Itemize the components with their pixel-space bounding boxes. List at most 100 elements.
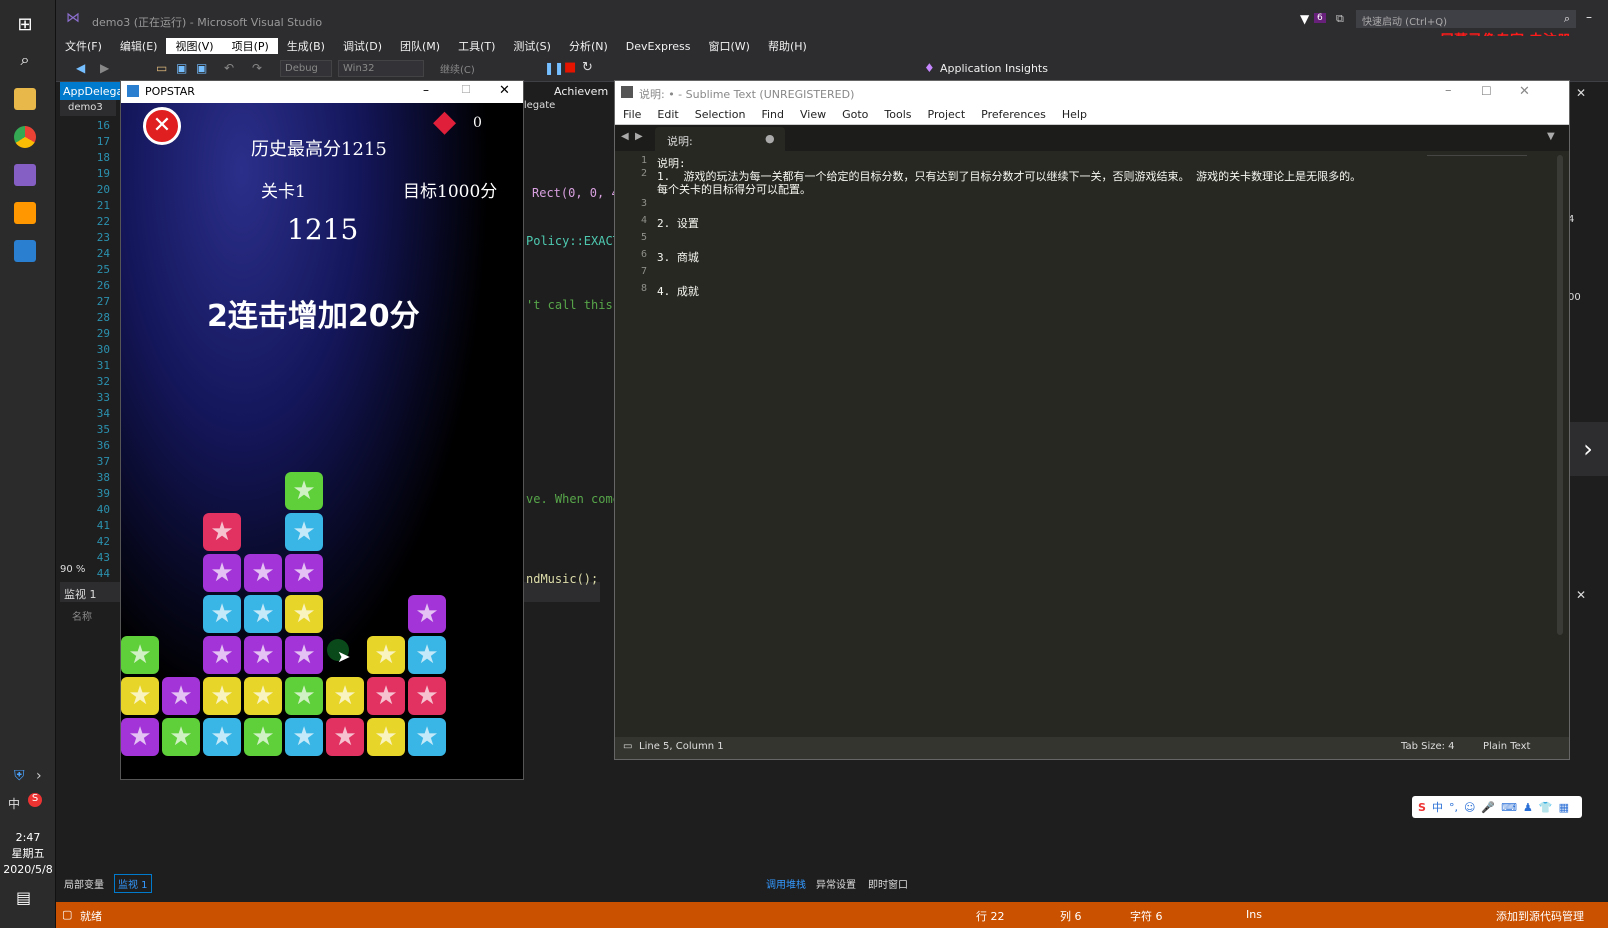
chrome-icon[interactable] xyxy=(14,126,36,148)
menu-item-file[interactable]: 文件(F) xyxy=(56,38,111,54)
sublime-editor[interactable]: 1 说明: 2 1. 游戏的玩法为每一关都有一个给定的目标分数，只有达到了目标分数才可… xyxy=(615,151,1555,737)
maximize-icon[interactable]: ☐ xyxy=(1481,84,1492,98)
menu-item-view[interactable]: 视图(V) xyxy=(166,38,223,54)
shield-icon[interactable]: ⛨ xyxy=(14,768,25,784)
ime-toolbar[interactable]: S 中 °, ☺ 🎤 ⌨ ♟ 👕 ▦ xyxy=(1412,796,1582,818)
tab-shuoming[interactable]: 说明: ● xyxy=(655,127,785,151)
sublime-text-line[interactable]: 4. 成就 xyxy=(657,283,699,299)
tab-nav-left-icon[interactable]: ◀ xyxy=(621,131,629,142)
menu-item-project[interactable]: 项目(P) xyxy=(222,38,278,54)
menu-item-analyze[interactable]: 分析(N) xyxy=(560,38,617,54)
forward-icon[interactable]: ▶ xyxy=(100,61,109,75)
star-tile-yellow[interactable]: ★ xyxy=(367,718,405,756)
star-tile-yellow[interactable]: ★ xyxy=(326,677,364,715)
tab-watch1[interactable]: 监视 1 xyxy=(114,874,152,893)
code-fragment[interactable]: ve. When come xyxy=(526,492,620,506)
restart-icon[interactable]: ↻ xyxy=(582,60,593,75)
star-tile-pink[interactable]: ★ xyxy=(408,677,446,715)
code-fragment[interactable]: Rect(0, 0, 4 xyxy=(532,186,619,200)
star-tile-purple[interactable]: ★ xyxy=(244,636,282,674)
menu-item-tools[interactable]: 工具(T) xyxy=(449,38,504,54)
tab-nav-right-icon[interactable]: ▶ xyxy=(635,131,643,142)
sogou-ime-icon[interactable]: S xyxy=(28,793,42,807)
tab-achievement[interactable]: Achievem xyxy=(552,82,608,100)
minimap[interactable] xyxy=(1427,155,1527,169)
sublime-text-line[interactable]: 2. 设置 xyxy=(657,215,699,231)
star-tile-purple[interactable]: ★ xyxy=(203,554,241,592)
star-tile-purple[interactable]: ★ xyxy=(121,718,159,756)
taskbar-clock[interactable]: 2:47 星期五 2020/5/8 xyxy=(0,830,56,878)
menu-item-build[interactable]: 生成(B) xyxy=(278,38,334,54)
code-fragment[interactable]: Policy::EXACT xyxy=(526,234,620,248)
menu-item-view[interactable]: View xyxy=(792,108,834,121)
menu-item-window[interactable]: 窗口(W) xyxy=(699,38,758,54)
tab-app-delegate[interactable]: AppDelegate xyxy=(60,82,134,100)
star-tile-yellow[interactable]: ★ xyxy=(367,636,405,674)
menu-item-preferences[interactable]: Preferences xyxy=(973,108,1054,121)
chevron-down-icon[interactable]: ▼ xyxy=(1547,131,1555,142)
menu-item-tools[interactable]: Tools xyxy=(876,108,919,121)
quick-launch-input[interactable]: 快速启动 (Ctrl+Q) ⌕ xyxy=(1356,10,1576,28)
menu-item-file[interactable]: File xyxy=(615,108,649,121)
code-fragment[interactable]: ndMusic(); xyxy=(526,572,598,586)
tab-exception-settings[interactable]: 异常设置 xyxy=(816,876,856,891)
notifications-icon[interactable]: ▤ xyxy=(16,888,31,907)
popstar-app-icon[interactable] xyxy=(14,240,36,262)
star-tile-green[interactable]: ★ xyxy=(244,718,282,756)
project-dropdown[interactable]: demo3 xyxy=(60,100,116,116)
star-tile-green[interactable]: ★ xyxy=(162,718,200,756)
star-tile-yellow[interactable]: ★ xyxy=(121,677,159,715)
star-tile-blue[interactable]: ★ xyxy=(408,636,446,674)
menu-item-find[interactable]: Find xyxy=(753,108,792,121)
open-folder-icon[interactable]: ▭ xyxy=(156,61,167,75)
star-tile-yellow[interactable]: ★ xyxy=(285,595,323,633)
config-select[interactable]: Debug xyxy=(280,60,332,77)
skin-icon[interactable]: 👕 xyxy=(1539,801,1553,814)
save-all-icon[interactable]: ▣ xyxy=(196,61,207,75)
app-insights-button[interactable]: Application Insights xyxy=(940,62,1048,75)
close-icon[interactable]: ✕ xyxy=(1519,84,1530,99)
star-tile-purple[interactable]: ★ xyxy=(408,595,446,633)
emoji-icon[interactable]: ☺ xyxy=(1464,801,1475,814)
keyboard-icon[interactable]: ⌨ xyxy=(1501,801,1517,814)
continue-button[interactable]: 继续(C) xyxy=(440,61,475,76)
star-tile-green[interactable]: ★ xyxy=(285,472,323,510)
star-tile-blue[interactable]: ★ xyxy=(203,595,241,633)
user-icon[interactable]: ♟ xyxy=(1523,801,1533,814)
file-explorer-icon[interactable] xyxy=(14,88,36,110)
star-tile-yellow[interactable]: ★ xyxy=(244,677,282,715)
star-tile-pink[interactable]: ★ xyxy=(367,677,405,715)
menu-item-goto[interactable]: Goto xyxy=(834,108,876,121)
platform-select[interactable]: Win32 xyxy=(338,60,424,77)
undo-icon[interactable]: ↶ xyxy=(224,61,234,75)
vertical-scrollbar[interactable] xyxy=(1557,155,1563,635)
pause-icon[interactable]: ❚❚ xyxy=(544,61,564,75)
tab-locals[interactable]: 局部变量 xyxy=(64,876,104,891)
punctuation-icon[interactable]: °, xyxy=(1449,801,1458,814)
notification-count-badge[interactable]: 6 xyxy=(1314,13,1326,23)
exit-game-button[interactable]: ✕ xyxy=(143,107,181,145)
ime-indicator[interactable]: 中 xyxy=(8,795,20,812)
menu-item-help[interactable]: Help xyxy=(1054,108,1095,121)
code-fragment[interactable]: 't call this xyxy=(526,298,613,312)
star-tile-yellow[interactable]: ★ xyxy=(203,677,241,715)
star-tile-green[interactable]: ★ xyxy=(285,677,323,715)
star-tile-blue[interactable]: ★ xyxy=(285,718,323,756)
minimize-icon[interactable]: – xyxy=(1445,83,1452,98)
close-icon[interactable]: ✕ xyxy=(499,83,510,98)
star-tile-pink[interactable]: ★ xyxy=(326,718,364,756)
menu-item-debug[interactable]: 调试(D) xyxy=(334,38,391,54)
chevron-right-icon[interactable]: › xyxy=(1568,422,1608,476)
search-icon[interactable]: ⌕ xyxy=(14,50,36,72)
tab-call-stack[interactable]: 调用堆栈 xyxy=(766,876,806,891)
minimize-icon[interactable]: – xyxy=(423,83,429,97)
star-tile-blue[interactable]: ★ xyxy=(285,513,323,551)
menu-item-edit[interactable]: Edit xyxy=(649,108,686,121)
star-tile-purple[interactable]: ★ xyxy=(244,554,282,592)
feedback-icon[interactable]: ⧉ xyxy=(1336,12,1344,26)
close-icon[interactable]: ✕ xyxy=(1576,588,1586,602)
sublime-text-line[interactable]: 3. 商城 xyxy=(657,249,699,265)
star-tile-purple[interactable]: ★ xyxy=(285,554,323,592)
ime-mode[interactable]: 中 xyxy=(1432,799,1443,815)
menu-item-selection[interactable]: Selection xyxy=(687,108,754,121)
